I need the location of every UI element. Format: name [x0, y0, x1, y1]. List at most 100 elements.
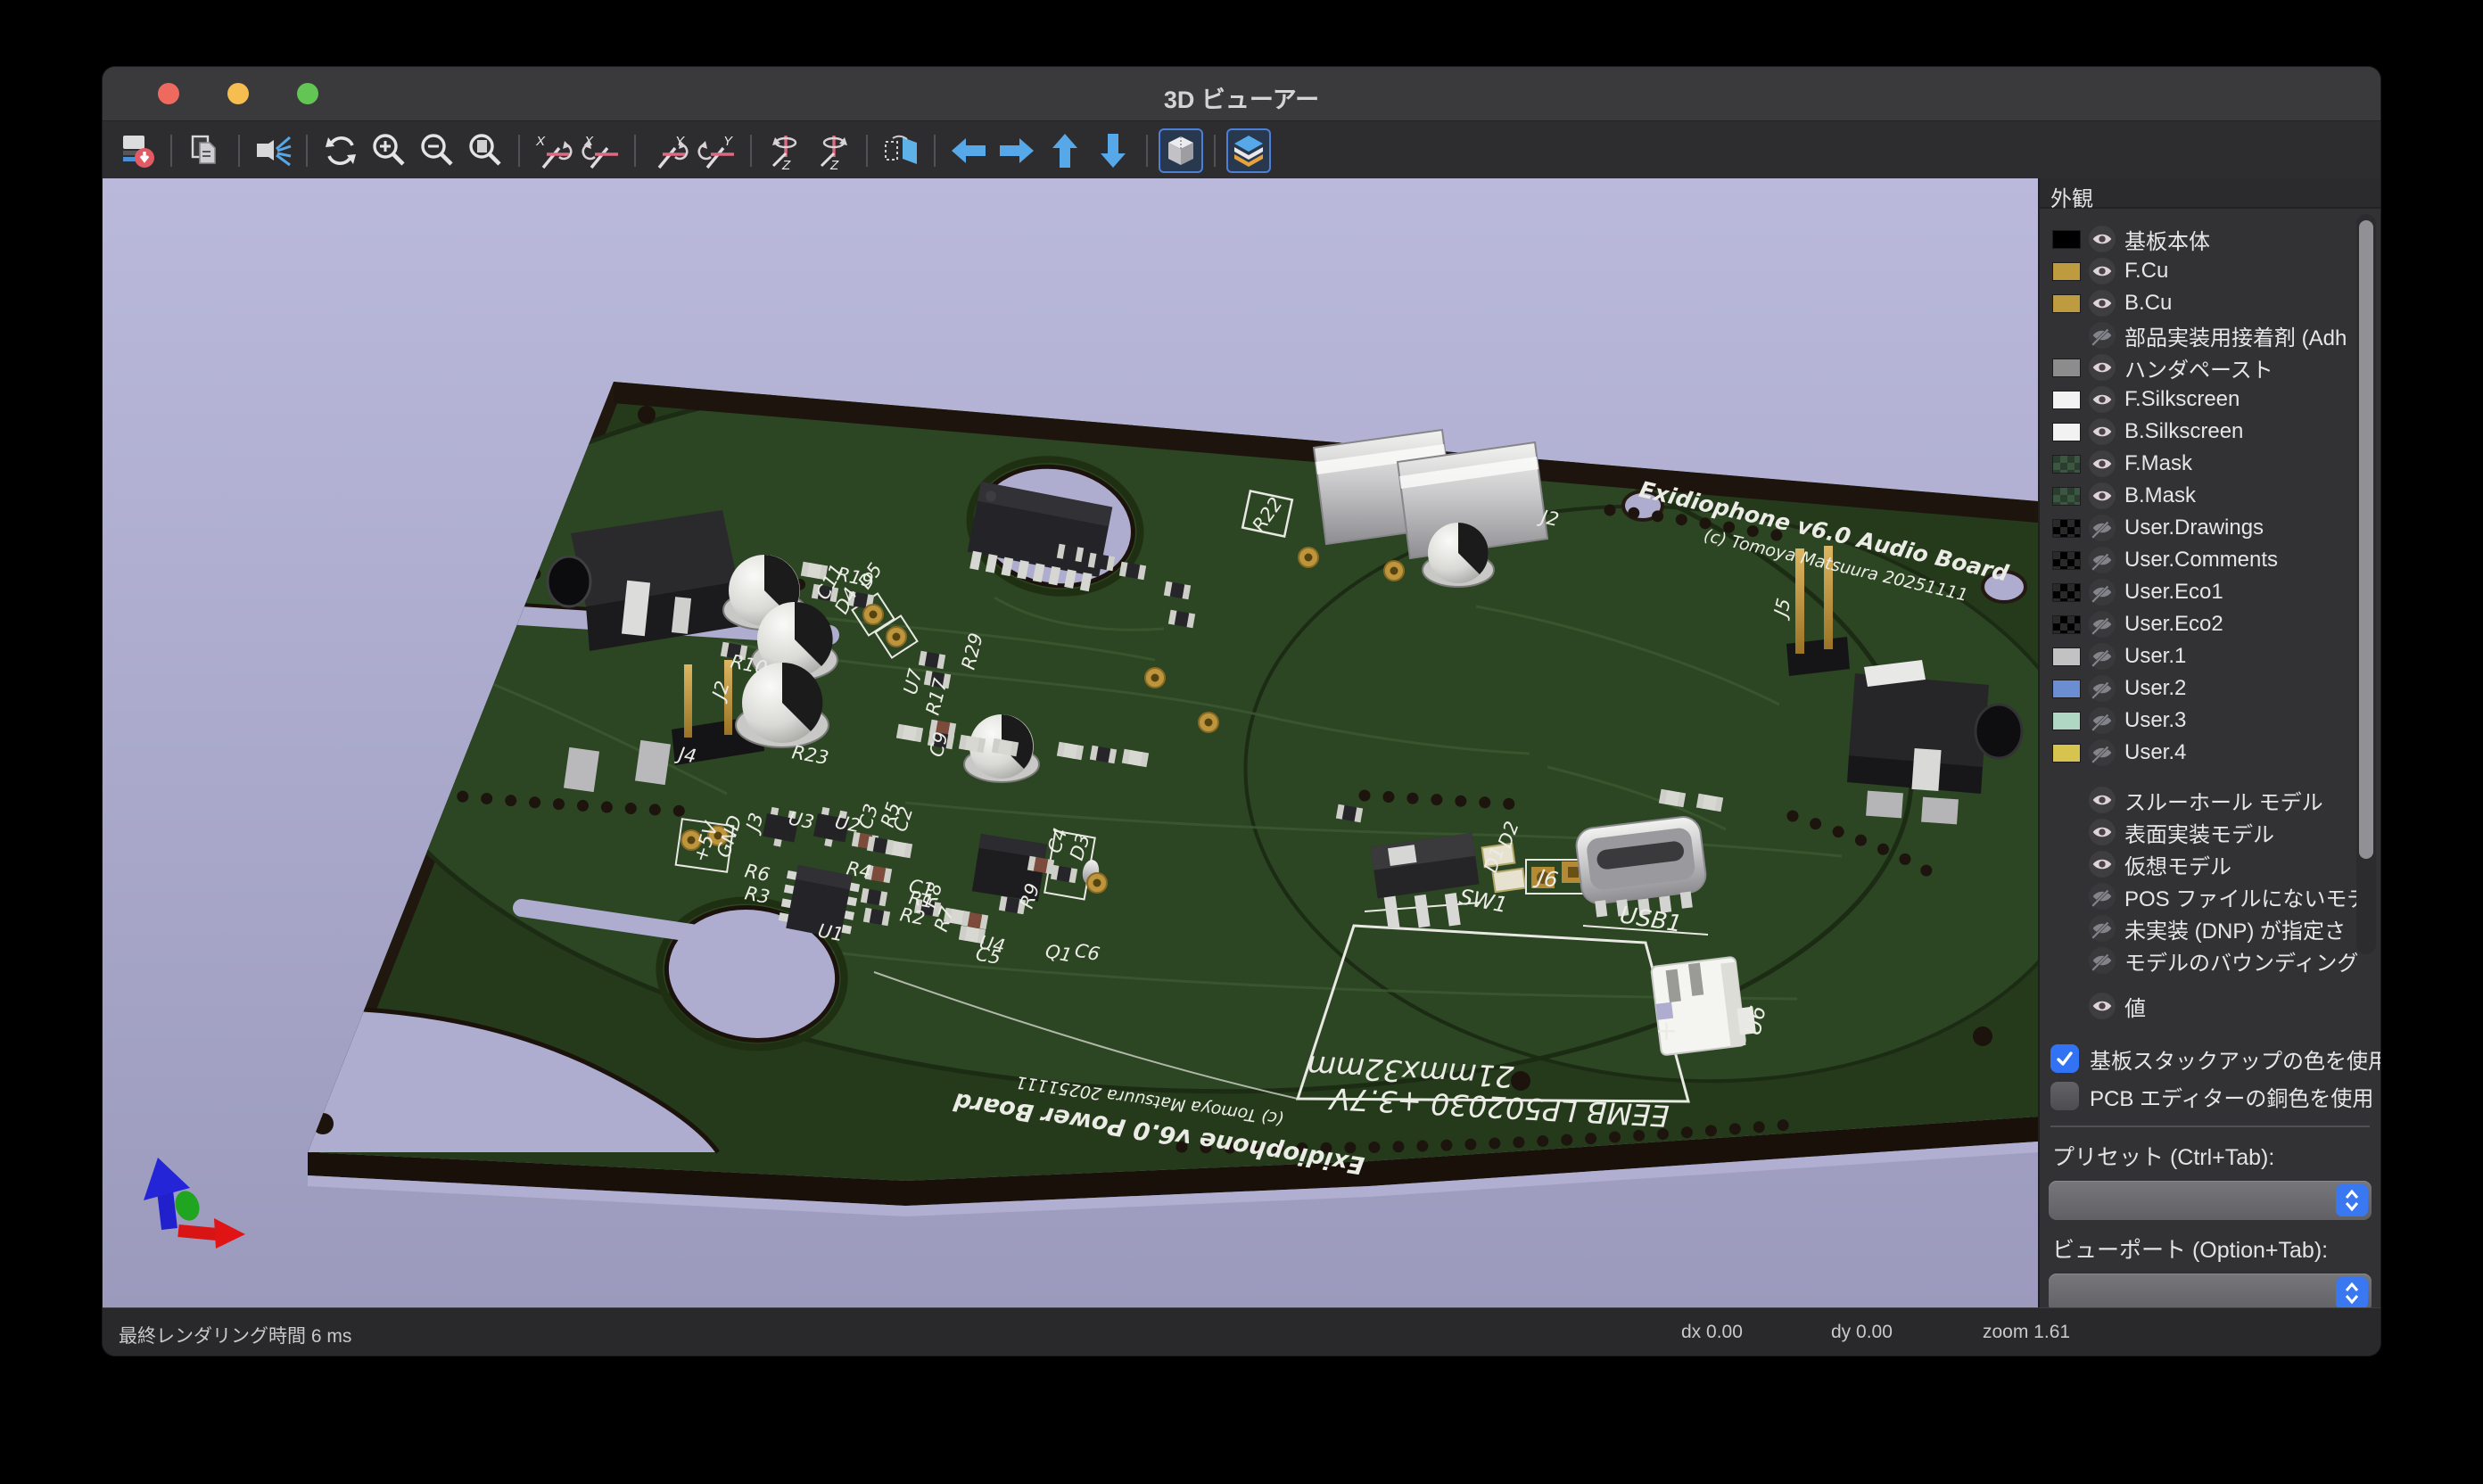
move-up-button[interactable]: [1043, 128, 1087, 173]
zoom-in-button[interactable]: [367, 128, 411, 173]
layer-row[interactable]: B.Silkscreen: [2040, 416, 2380, 448]
layer-row[interactable]: User.Drawings: [2040, 512, 2380, 544]
rotate-z-pos-button[interactable]: Z: [811, 128, 855, 173]
rotate-x-neg-button[interactable]: X: [531, 128, 575, 173]
layer-row[interactable]: User.Comments: [2040, 544, 2380, 576]
zoom-out-button[interactable]: [415, 128, 459, 173]
layer-row[interactable]: B.Mask: [2040, 480, 2380, 512]
layer-color-swatch[interactable]: [2052, 519, 2081, 538]
visibility-toggle[interactable]: [2089, 739, 2116, 766]
scrollbar-thumb[interactable]: [2359, 220, 2373, 859]
rotate-y-pos-icon: Y: [697, 130, 738, 171]
eye-visible-icon: [2091, 853, 2114, 876]
model-option-row[interactable]: 表面実装モデル: [2040, 816, 2380, 848]
visibility-toggle[interactable]: [2089, 675, 2116, 702]
layer-color-swatch[interactable]: [2052, 744, 2081, 763]
layer-color-swatch[interactable]: [2052, 423, 2081, 441]
preset-combobox[interactable]: [2049, 1181, 2372, 1220]
visibility-toggle[interactable]: [2089, 547, 2116, 573]
visibility-toggle[interactable]: [2089, 579, 2116, 606]
visibility-toggle[interactable]: [2089, 993, 2116, 1019]
visibility-toggle[interactable]: [2089, 611, 2116, 638]
rotate-z-neg-button[interactable]: Z: [763, 128, 807, 173]
visibility-toggle[interactable]: [2089, 707, 2116, 734]
model-option-row[interactable]: POS ファイルにないモデ: [2040, 880, 2380, 912]
model-option-row[interactable]: モデルのバウンディング: [2040, 944, 2380, 977]
model-option-row[interactable]: スルーホール モデル: [2040, 784, 2380, 816]
layer-row[interactable]: F.Cu: [2040, 255, 2380, 287]
layer-color-swatch[interactable]: [2052, 487, 2081, 506]
layer-row[interactable]: B.Cu: [2040, 287, 2380, 319]
layer-color-swatch[interactable]: [2052, 615, 2081, 634]
value-option-row[interactable]: 値: [2040, 990, 2380, 1022]
move-down-button[interactable]: [1091, 128, 1135, 173]
layer-row[interactable]: 部品実装用接着剤 (Adh: [2040, 319, 2380, 351]
layer-stack-button[interactable]: [1226, 128, 1271, 173]
move-right-button[interactable]: [994, 128, 1039, 173]
layer-color-swatch[interactable]: [2052, 680, 2081, 698]
layer-color-swatch[interactable]: [2052, 262, 2081, 281]
layer-row[interactable]: User.4: [2040, 737, 2380, 769]
svg-text:Y: Y: [723, 134, 733, 149]
visibility-toggle[interactable]: [2089, 354, 2116, 381]
visibility-toggle[interactable]: [2089, 482, 2116, 509]
layer-color-swatch[interactable]: [2052, 455, 2081, 474]
layer-row[interactable]: User.Eco1: [2040, 576, 2380, 608]
layer-row[interactable]: 基板本体: [2040, 223, 2380, 255]
visibility-toggle[interactable]: [2089, 819, 2116, 845]
checkbox-row[interactable]: PCB エディターの銅色を使用: [2050, 1077, 2380, 1115]
layer-color-swatch[interactable]: [2052, 391, 2081, 409]
copy-image-button[interactable]: [183, 128, 227, 173]
layer-row[interactable]: User.1: [2040, 640, 2380, 672]
visibility-toggle[interactable]: [2089, 226, 2116, 252]
rotate-y-pos-button[interactable]: Y: [695, 128, 739, 173]
eye-visible-icon: [2091, 356, 2114, 379]
checkbox-1[interactable]: [2050, 1082, 2079, 1110]
viewport-preset-label: ビューポート (Option+Tab):: [2052, 1233, 2372, 1265]
checkbox-0[interactable]: [2050, 1044, 2079, 1073]
visibility-toggle[interactable]: [2089, 787, 2116, 813]
layer-row[interactable]: F.Mask: [2040, 448, 2380, 480]
visibility-toggle[interactable]: [2089, 290, 2116, 317]
layer-color-swatch[interactable]: [2052, 230, 2081, 249]
layer-row[interactable]: F.Silkscreen: [2040, 383, 2380, 416]
rotate-y-neg-icon: Y: [648, 130, 689, 171]
layer-row[interactable]: User.Eco2: [2040, 608, 2380, 640]
layer-row[interactable]: User.2: [2040, 672, 2380, 705]
layer-row[interactable]: ハンダペースト: [2040, 351, 2380, 383]
3d-viewport[interactable]: R22J2R19C11D4D5R10R23J4J2U7R29R17C9+5VGN…: [103, 178, 2038, 1307]
visibility-toggle[interactable]: [2089, 515, 2116, 541]
layer-color-swatch[interactable]: [2052, 647, 2081, 666]
visibility-toggle[interactable]: [2089, 915, 2116, 942]
render-raytrace-button[interactable]: [251, 128, 295, 173]
layer-color-swatch[interactable]: [2052, 551, 2081, 570]
eye-hidden-icon: [2091, 677, 2114, 700]
layer-color-swatch[interactable]: [2052, 583, 2081, 602]
layer-color-swatch[interactable]: [2052, 359, 2081, 377]
render-time: 最終レンダリング時間 6 ms: [119, 1322, 351, 1348]
visibility-toggle[interactable]: [2089, 643, 2116, 670]
layer-color-swatch[interactable]: [2052, 294, 2081, 313]
rotate-x-pos-button[interactable]: X: [579, 128, 623, 173]
refresh-view-button[interactable]: [318, 128, 363, 173]
rotate-y-neg-button[interactable]: Y: [647, 128, 691, 173]
reload-board-button[interactable]: [115, 128, 160, 173]
checkbox-row[interactable]: 基板スタックアップの色を使用: [2050, 1040, 2380, 1077]
flip-board-button[interactable]: [879, 128, 923, 173]
visibility-toggle[interactable]: [2089, 947, 2116, 974]
visibility-toggle[interactable]: [2089, 851, 2116, 878]
visibility-toggle[interactable]: [2089, 322, 2116, 349]
visibility-toggle[interactable]: [2089, 883, 2116, 910]
visibility-toggle[interactable]: [2089, 258, 2116, 284]
model-option-row[interactable]: 未実装 (DNP) が指定さ: [2040, 912, 2380, 944]
layer-color-swatch[interactable]: [2052, 712, 2081, 730]
visibility-toggle[interactable]: [2089, 418, 2116, 445]
model-option-row[interactable]: 仮想モデル: [2040, 848, 2380, 880]
ortho-projection-button[interactable]: [1159, 128, 1203, 173]
visibility-toggle[interactable]: [2089, 450, 2116, 477]
layer-row[interactable]: User.3: [2040, 705, 2380, 737]
visibility-toggle[interactable]: [2089, 386, 2116, 413]
eye-visible-icon: [2091, 788, 2114, 812]
zoom-fit-button[interactable]: [463, 128, 507, 173]
move-left-button[interactable]: [946, 128, 991, 173]
